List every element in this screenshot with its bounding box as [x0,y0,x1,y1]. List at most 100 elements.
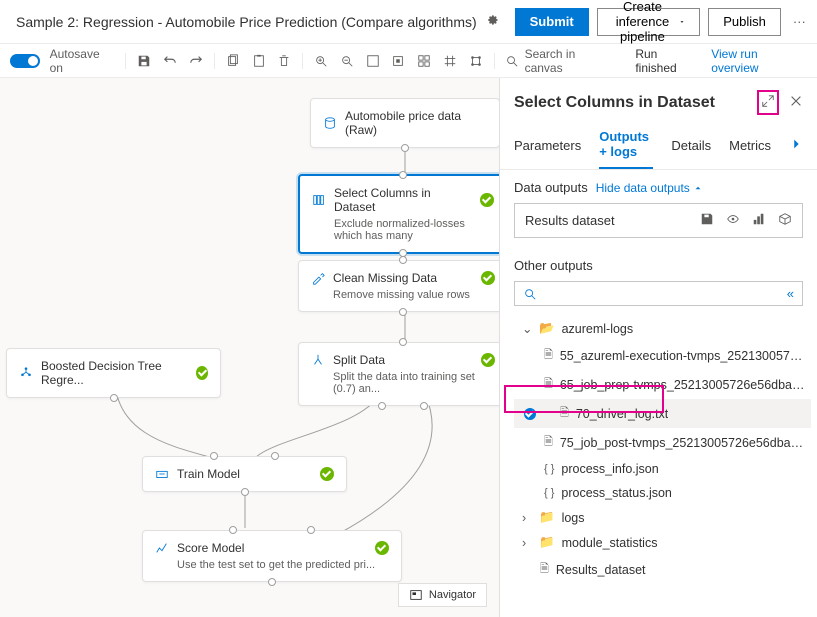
node-select-columns[interactable]: Select Columns in Dataset Exclude normal… [298,174,508,254]
chevron-right-icon: › [522,536,532,550]
folder-azureml-logs[interactable]: ⌄ 📂 azureml-logs [514,316,811,341]
canvas-search[interactable]: Search in canvas [505,47,616,75]
panel-title: Select Columns in Dataset [514,94,757,112]
more-icon[interactable]: ··· [789,14,810,29]
file-results-dataset[interactable]: 🗎 Results_dataset [514,555,811,584]
tabs-scroll-right-icon[interactable] [789,137,803,154]
collapse-tree-icon[interactable]: « [787,286,794,301]
clean-icon [311,271,325,285]
file-icon: 🗎 [560,404,569,423]
results-dataset-row[interactable]: Results dataset [514,203,803,238]
file-75-job-post[interactable]: 🗎 75_job_post-tvmps_25213005726e56dba07a… [514,428,811,457]
undo-icon[interactable] [162,53,178,69]
gear-icon[interactable] [485,13,499,30]
folder-logs[interactable]: › 📁 logs [514,505,811,530]
register-icon[interactable] [778,212,792,229]
folder-icon: 📁 [539,535,555,550]
node-train-model[interactable]: Train Model [142,456,347,492]
layout-icon[interactable] [416,53,432,69]
outputs-search-input[interactable] [545,287,779,301]
tab-outputs-logs[interactable]: Outputs + logs [599,121,653,169]
snap-icon[interactable] [468,53,484,69]
folder-open-icon: 📂 [539,321,555,336]
node-automobile-data[interactable]: Automobile price data (Raw) [310,98,500,148]
file-icon: 🗎 [544,346,553,365]
success-icon [481,271,495,285]
grid-icon[interactable] [442,53,458,69]
folder-icon: 📁 [539,510,555,525]
tab-details[interactable]: Details [671,130,711,161]
details-panel: Select Columns in Dataset Parameters Out… [499,78,817,617]
success-icon [196,366,208,380]
file-process-info[interactable]: { } process_info.json [514,457,811,481]
actual-size-icon[interactable] [391,53,407,69]
toolbar: Autosave on Search in canvas Run finishe… [0,44,817,78]
save-output-icon[interactable] [700,212,714,229]
zoom-out-icon[interactable] [339,53,355,69]
autosave-label: Autosave on [50,47,116,75]
redo-icon[interactable] [188,53,204,69]
search-icon [523,287,537,301]
dataset-icon [323,116,337,130]
braces-icon: { } [544,463,554,475]
view-run-overview-link[interactable]: View run overview [711,47,807,75]
expand-icon[interactable] [757,90,779,115]
node-boosted-tree[interactable]: Boosted Decision Tree Regre... [6,348,221,398]
paste-icon[interactable] [251,53,267,69]
preview-icon[interactable] [726,212,740,229]
braces-icon: { } [544,487,554,499]
file-process-status[interactable]: { } process_status.json [514,481,811,505]
visualize-icon[interactable] [752,212,766,229]
success-icon [320,467,334,481]
file-65-job-prep[interactable]: 🗎 65_job_prep-tvmps_25213005726e56dba07a… [514,370,811,399]
score-icon [155,541,169,555]
navigator-button[interactable]: Navigator [398,583,487,607]
fit-icon[interactable] [365,53,381,69]
file-icon: 🗎 [544,375,553,394]
file-55-azureml-execution[interactable]: 🗎 55_azureml-execution-tvmps_25213005726… [514,341,811,370]
outputs-search[interactable]: « [514,281,803,306]
node-split-data[interactable]: Split Data Split the data into training … [298,342,508,406]
submit-button[interactable]: Submit [515,8,589,36]
selected-check-icon [524,408,536,420]
close-icon[interactable] [789,94,803,111]
chevron-up-icon [693,183,703,193]
page-header: Sample 2: Regression - Automobile Price … [0,0,817,44]
folder-module-statistics[interactable]: › 📁 module_statistics [514,530,811,555]
node-score-model[interactable]: Score Model Use the test set to get the … [142,530,402,582]
copy-icon[interactable] [225,53,241,69]
chevron-down-icon: ⌄ [522,321,532,336]
train-icon [155,467,169,481]
success-icon [375,541,389,555]
split-icon [311,353,325,367]
create-inference-pipeline-button[interactable]: Create inference pipeline [597,8,700,36]
columns-icon [312,193,326,207]
node-clean-data[interactable]: Clean Missing Data Remove missing value … [298,260,508,312]
file-70-driver-log[interactable]: 🗎 70_driver_log.txt [514,399,811,428]
data-outputs-label: Data outputs [514,180,588,195]
file-icon: 🗎 [540,560,549,579]
hide-data-outputs-link[interactable]: Hide data outputs [596,181,703,195]
chevron-down-icon [679,15,685,29]
delete-icon[interactable] [276,53,292,69]
publish-button[interactable]: Publish [708,8,781,36]
tab-metrics[interactable]: Metrics [729,130,771,161]
other-outputs-label: Other outputs [514,258,593,273]
file-icon: 🗎 [544,433,553,452]
chevron-right-icon: › [522,511,532,525]
success-icon [481,353,495,367]
save-icon[interactable] [136,53,152,69]
create-inference-label: Create inference pipeline [612,0,674,44]
algorithm-icon [19,366,33,380]
run-status: Run finished [635,47,701,75]
zoom-in-icon[interactable] [313,53,329,69]
success-icon [480,193,494,207]
page-title: Sample 2: Regression - Automobile Price … [16,14,477,30]
search-icon [505,54,519,68]
tab-parameters[interactable]: Parameters [514,130,581,161]
navigator-icon [409,588,423,602]
panel-tabs: Parameters Outputs + logs Details Metric… [500,121,817,170]
autosave-toggle[interactable] [10,54,40,68]
search-placeholder: Search in canvas [525,47,616,75]
outputs-tree: ⌄ 📂 azureml-logs 🗎 55_azureml-execution-… [500,312,817,594]
